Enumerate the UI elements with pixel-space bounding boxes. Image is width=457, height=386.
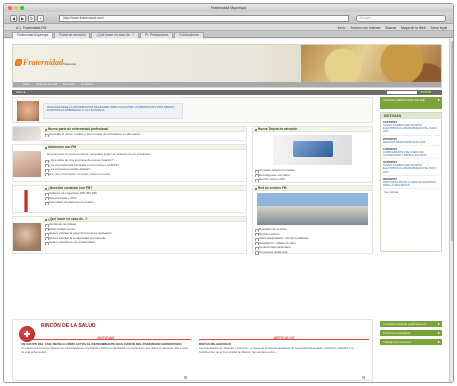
tab-fraternidad[interactable]: Fraternidad Muprespa xyxy=(12,32,54,38)
bookmark-link[interactable]: Mapa de la Web xyxy=(401,26,426,30)
card-link[interactable]: Red de centros FM xyxy=(253,177,372,182)
promo-image xyxy=(17,101,39,121)
add-bookmark-button[interactable]: + xyxy=(37,14,44,22)
bookmark-links: Inicio Acceso con Internet Buscar Mapa d… xyxy=(338,26,447,30)
promo-text: DESCARGUESE LA INFORMACION NECESARIA PAR… xyxy=(43,103,183,119)
bookmark-folder[interactable]: A 1. Fraternidad-PM xyxy=(16,26,46,30)
bookmark-link[interactable]: Acceso con Internet xyxy=(350,26,380,30)
promo-banner[interactable]: DESCARGUESE LA INFORMACION NECESARIA PAR… xyxy=(12,97,373,123)
tab-que-hacer[interactable]: ¿Qué hacer en caso de...? xyxy=(91,32,140,38)
card-contactar: ¿Necesita contactar con FM? Teléfono de … xyxy=(12,185,247,213)
reload-button[interactable]: ↻ xyxy=(28,14,35,22)
news-headline[interactable]: PARTICIPACIÓN EN LA SEMANA EUROPEA PARA … xyxy=(383,181,439,187)
site-search: BUSCAR xyxy=(387,90,432,95)
card-tarjeta: Nueva Tarjeta de atención Consulte toda … xyxy=(252,126,373,183)
card-contactar-image xyxy=(13,190,41,212)
news-panel: NOTICIAS 01/07/2007 NUEVO NÚMERO DEL BOLE… xyxy=(380,112,442,252)
tab-prestaciones[interactable]: Pr. Prestaciones xyxy=(140,32,174,38)
centros-building-image xyxy=(257,193,368,225)
logo-mark-icon xyxy=(15,59,22,66)
sidebar-green-button[interactable]: Perfil del contratante xyxy=(380,330,442,336)
card-title: Autónomo con FM xyxy=(43,145,246,150)
search-field[interactable]: Google xyxy=(356,14,446,22)
toolbar: ◀ ▶ ↻ + http://www.fraternidad.com/ Goog… xyxy=(4,12,453,24)
news-item[interactable]: 25/06/2007 MEMORIA DE ESTADÍSTICAS 2006 xyxy=(381,136,441,146)
tab-bar: Fraternidad Muprespa Portal de servicios… xyxy=(4,31,453,38)
more-info-link[interactable]: Para más información consulte nuestro se… xyxy=(43,172,246,177)
banner-nav-item[interactable]: Contacto xyxy=(81,82,93,87)
more-icon[interactable] xyxy=(362,376,365,379)
more-icon[interactable] xyxy=(184,376,187,379)
card-enfermedad: Nuevo parte de enfermedad profesional Co… xyxy=(12,126,247,141)
news-item[interactable]: 06/05/2007 PARTICIPACIÓN EN LA SEMANA EUR… xyxy=(381,176,441,190)
article-body: Un equipo del Consejo Superior de Invest… xyxy=(21,346,189,354)
card-icon xyxy=(293,141,333,157)
sidebar-green-button[interactable]: Consulta nuestras publicaciones xyxy=(380,321,442,327)
card-link[interactable]: Convenios asistencia xyxy=(253,250,372,255)
right-sidebar: ACCESO SERVICIOS ONLINE NOTICIAS 01/07/2… xyxy=(380,97,442,357)
breadcrumb[interactable]: Inicio ▸ xyxy=(16,90,25,94)
card-title: Nueva Tarjeta de atención xyxy=(253,127,372,132)
news-item[interactable]: 14/06/2007 COMPLEMENTOS DE CUERO DE ACCID… xyxy=(381,146,441,160)
news-item[interactable]: 01/07/2007 NUEVO NÚMERO DEL BOLETÍN ELECT… xyxy=(381,119,441,136)
rincon-salud-section: RINCÓN DE LA SALUD NOTICIAS UN GRUPO DEL… xyxy=(12,319,373,381)
card-centros: Red de centros FM Buscador de centros Re… xyxy=(252,185,373,255)
banner-nav-item[interactable]: Quiénes somos xyxy=(36,82,57,87)
card-enfermedad-image xyxy=(13,127,41,141)
bookmark-link[interactable]: Aviso legal xyxy=(431,26,447,30)
online-services-button[interactable]: ACCESO SERVICIOS ONLINE xyxy=(380,97,442,109)
site-search-button[interactable]: BUSCAR xyxy=(420,90,432,95)
breadcrumb-strip: Inicio ▸ BUSCAR xyxy=(12,90,442,95)
news-headline[interactable]: NUEVO NÚMERO DEL BOLETÍN ELECTRÓNICO «FR… xyxy=(383,164,439,174)
bookmarks-bar: A 1. Fraternidad-PM Inicio Acceso con In… xyxy=(4,24,453,31)
rincon-noticias: NOTICIAS UN GRUPO DEL CSIC REVELA CÓMO A… xyxy=(21,336,191,382)
url-field[interactable]: http://www.fraternidad.com/ xyxy=(59,14,349,22)
article-body: Las autoridades de Sanidad y Consumo, a … xyxy=(199,346,354,354)
web-page: FraternidadMuprespa Inicio Quiénes somos… xyxy=(4,39,453,382)
page-scrollbar[interactable] xyxy=(449,39,453,382)
card-link[interactable]: Quiero asociarme con Fraternidad xyxy=(43,240,246,245)
card-que-hacer-image xyxy=(13,223,41,251)
bookmark-link[interactable]: Inicio xyxy=(338,26,346,30)
column-header: NOTICIAS xyxy=(21,336,191,340)
title-bar: Fraternidad Muprespa xyxy=(4,4,453,12)
sidebar-green-button[interactable]: Trabaje con nosotros xyxy=(380,339,442,345)
tab-portal[interactable]: Portal de servicios xyxy=(54,32,91,38)
site-search-input[interactable] xyxy=(387,90,417,95)
card-description: Descárguese la documentación necesaria s… xyxy=(47,152,151,156)
card-tarjeta-image xyxy=(273,135,352,165)
news-item[interactable]: 31/05/2007 NUEVO NÚMERO DEL BOLETÍN ELECT… xyxy=(381,159,441,176)
bookmark-link[interactable]: Buscar xyxy=(385,26,396,30)
news-headline[interactable]: MEMORIA DE ESTADÍSTICAS 2006 xyxy=(383,141,439,144)
window-title: Fraternidad Muprespa xyxy=(210,5,247,10)
card-link[interactable]: Consulte el nuevo modelo y sus normas de… xyxy=(43,132,246,137)
scrollbar-thumb[interactable] xyxy=(450,41,453,241)
site-banner: FraternidadMuprespa Inicio Quiénes somos… xyxy=(12,44,442,88)
more-news-link[interactable]: Ver noticias xyxy=(381,189,441,195)
card-que-hacer: ¿Qué hacer en caso de...? Accidente de t… xyxy=(12,216,247,254)
rincon-articulos: ARTÍCULOS DIETAS MILAGROSAS Las autorida… xyxy=(199,336,369,382)
card-title: Red de centros FM xyxy=(253,186,372,191)
site-logo[interactable]: FraternidadMuprespa xyxy=(23,58,76,67)
tab-publicaciones[interactable]: Publicaciones xyxy=(174,32,205,38)
card-autonomo: Autónomo con FM Descárguese la documenta… xyxy=(12,144,247,182)
banner-nav: Inicio Quiénes somos Servicios Contacto xyxy=(13,82,441,87)
forward-button[interactable]: ▶ xyxy=(19,14,26,22)
news-headline[interactable]: COMPLEMENTOS DE CUERO DE ACCIDENTADO LAB… xyxy=(383,151,439,157)
banner-nav-item[interactable]: Servicios xyxy=(63,82,75,87)
banner-nav-item[interactable]: Inicio xyxy=(23,82,30,87)
back-button[interactable]: ◀ xyxy=(10,14,17,22)
column-header: ARTÍCULOS xyxy=(199,336,369,340)
browser-window: Fraternidad Muprespa ◀ ▶ ↻ + http://www.… xyxy=(3,3,454,383)
card-link[interactable]: Formulario de atención al usuario xyxy=(43,200,246,205)
news-headline[interactable]: NUEVO NÚMERO DEL BOLETÍN ELECTRÓNICO «FR… xyxy=(383,124,439,134)
main-content: DESCARGUESE LA INFORMACION NECESARIA PAR… xyxy=(12,97,373,317)
card-autonomo-image xyxy=(13,151,41,177)
section-title: RINCÓN DE LA SALUD xyxy=(41,323,96,329)
